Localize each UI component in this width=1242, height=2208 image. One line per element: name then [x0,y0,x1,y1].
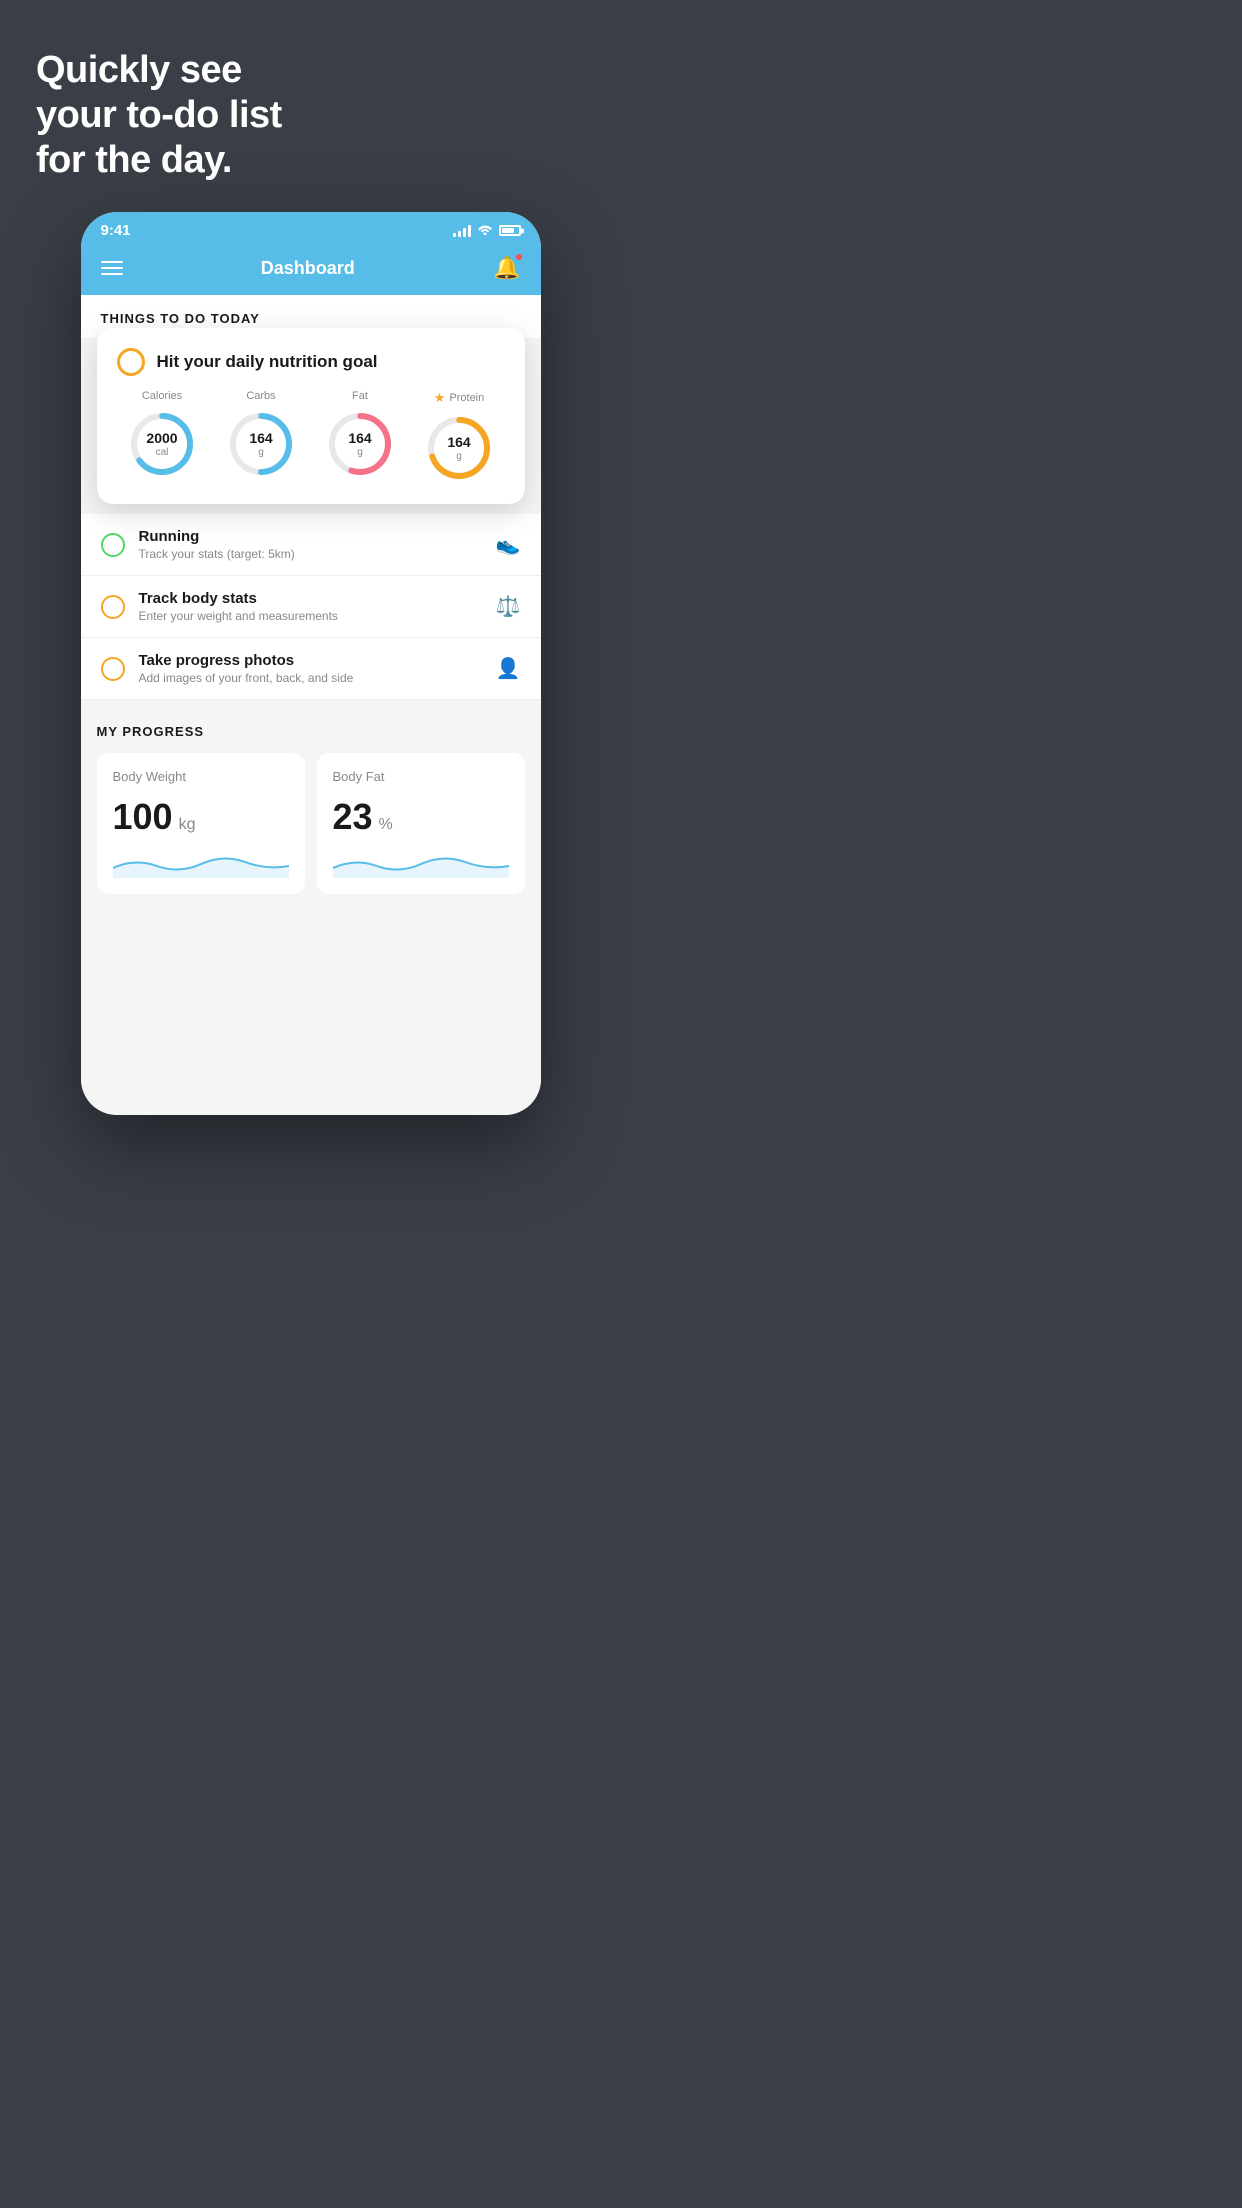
todo-checkbox[interactable] [101,533,125,557]
progress-number: 23 [333,796,373,838]
todo-item-body-stats[interactable]: Track body stats Enter your weight and m… [81,576,541,638]
hamburger-menu[interactable] [101,261,123,275]
donut-chart: 164 g [423,412,495,484]
todo-info: Running Track your stats (target: 5km) [139,528,482,561]
battery-icon [499,225,521,236]
nutrition-row: Calories 2000 cal Carbs 164 g Fat [117,390,505,484]
nutrition-label: Calories [142,390,182,402]
donut-chart: 2000 cal [126,408,198,480]
todo-info: Take progress photos Add images of your … [139,652,482,685]
todo-item-running[interactable]: Running Track your stats (target: 5km) 👟 [81,514,541,576]
progress-card-value: 23 % [333,796,509,838]
progress-unit: kg [179,816,196,834]
progress-cards: Body Weight 100 kg Body Fat 23 % [97,753,525,894]
todo-action-icon[interactable]: ⚖️ [496,594,521,619]
notification-dot [515,253,523,261]
hero-title: Quickly see your to-do list for the day. [36,48,585,182]
card-title-row: Hit your daily nutrition goal [117,348,505,376]
donut-value: 164 g [447,435,470,461]
nutrition-item-calories: Calories 2000 cal [126,390,198,480]
nutrition-label: Fat [352,390,368,402]
progress-card-title: Body Weight [113,769,289,784]
task-checkbox-nutrition[interactable] [117,348,145,376]
nutrition-card-title: Hit your daily nutrition goal [157,352,378,372]
nutrition-item-protein: ★ Protein 164 g [423,390,495,484]
todo-action-icon[interactable]: 👤 [496,656,521,681]
todo-title: Track body stats [139,590,482,607]
todo-title: Running [139,528,482,545]
nutrition-label: ★ Protein [434,390,485,406]
todo-checkbox[interactable] [101,595,125,619]
progress-number: 100 [113,796,173,838]
progress-unit: % [379,816,393,834]
things-title: THINGS TO DO TODAY [101,311,521,326]
todo-list: Running Track your stats (target: 5km) 👟… [81,514,541,700]
main-content: THINGS TO DO TODAY Hit your daily nutrit… [81,295,541,1115]
todo-subtitle: Enter your weight and measurements [139,609,482,623]
todo-checkbox[interactable] [101,657,125,681]
nutrition-label: Carbs [246,390,275,402]
nav-title: Dashboard [261,258,355,279]
donut-value: 164 g [249,431,272,457]
status-time: 9:41 [101,222,131,239]
wifi-icon [477,223,493,238]
nutrition-item-carbs: Carbs 164 g [225,390,297,480]
nav-bar: Dashboard 🔔 [81,245,541,295]
status-icons [453,223,521,238]
donut-value: 164 g [348,431,371,457]
todo-title: Take progress photos [139,652,482,669]
hero-section: Quickly see your to-do list for the day. [0,0,621,212]
progress-card-body-weight[interactable]: Body Weight 100 kg [97,753,305,894]
todo-subtitle: Add images of your front, back, and side [139,671,482,685]
progress-card-title: Body Fat [333,769,509,784]
nutrition-item-fat: Fat 164 g [324,390,396,480]
todo-subtitle: Track your stats (target: 5km) [139,547,482,561]
progress-title: MY PROGRESS [97,724,525,739]
todo-info: Track body stats Enter your weight and m… [139,590,482,623]
progress-card-body-fat[interactable]: Body Fat 23 % [317,753,525,894]
signal-icon [453,225,471,237]
progress-section: MY PROGRESS Body Weight 100 kg Body Fat … [81,700,541,910]
star-icon: ★ [434,390,446,406]
progress-card-value: 100 kg [113,796,289,838]
donut-value: 2000 cal [146,431,177,457]
todo-item-progress-photos[interactable]: Take progress photos Add images of your … [81,638,541,700]
mini-chart [333,848,509,878]
donut-chart: 164 g [324,408,396,480]
mini-chart [113,848,289,878]
status-bar: 9:41 [81,212,541,245]
todo-action-icon[interactable]: 👟 [496,532,521,557]
notification-bell[interactable]: 🔔 [493,255,520,281]
nutrition-card[interactable]: Hit your daily nutrition goal Calories 2… [97,328,525,504]
phone-frame: 9:41 Dashboard 🔔 TH [81,212,541,1115]
donut-chart: 164 g [225,408,297,480]
